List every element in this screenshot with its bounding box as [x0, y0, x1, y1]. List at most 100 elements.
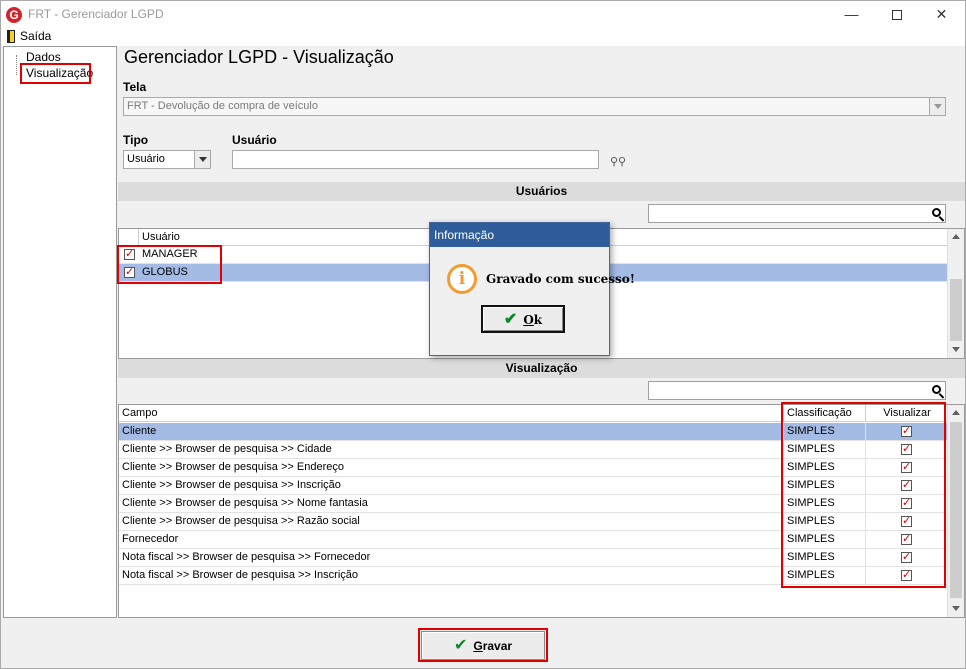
user-checkbox[interactable] — [124, 247, 135, 260]
users-section-header: Usuários — [118, 182, 965, 201]
fields-grid-header: Campo Classificação Visualizar — [119, 405, 948, 422]
chevron-down-icon — [929, 98, 945, 115]
visualizar-checkbox[interactable] — [901, 532, 912, 545]
visualizar-checkbox[interactable] — [901, 478, 912, 491]
fields-grid: Campo Classificação Visualizar Cliente S… — [118, 404, 965, 618]
scroll-thumb[interactable] — [950, 279, 962, 341]
save-button-hotkey: G — [473, 639, 483, 653]
column-campo[interactable]: Campo — [119, 405, 784, 422]
check-icon: ✔ — [453, 637, 468, 654]
ok-button-hotkey: O — [523, 313, 534, 327]
dialog-title[interactable]: Informação — [430, 223, 609, 247]
visualizar-checkbox[interactable] — [901, 514, 912, 527]
field-campo: Cliente >> Browser de pesquisa >> Cidade — [119, 441, 784, 459]
info-icon: i — [447, 264, 477, 294]
info-dialog: Informação i Gravado com sucesso! ✔ Ok — [429, 222, 635, 356]
close-button[interactable]: ✕ — [919, 1, 964, 28]
tree-connector — [16, 55, 17, 75]
main-window: G FRT - Gerenciador LGPD — ✕ Saída Dados… — [0, 0, 966, 669]
users-grid-check-column — [119, 229, 139, 246]
table-row[interactable]: Cliente >> Browser de pesquisa >> Cidade… — [119, 441, 948, 459]
field-campo: Nota fiscal >> Browser de pesquisa >> In… — [119, 567, 784, 585]
users-grid-scrollbar[interactable] — [947, 229, 964, 358]
table-row[interactable]: Nota fiscal >> Browser de pesquisa >> In… — [119, 567, 948, 585]
usuario-input-value — [233, 153, 236, 165]
maximize-icon — [891, 10, 902, 21]
field-campo: Cliente >> Browser de pesquisa >> Inscri… — [119, 477, 784, 495]
binoculars-search-icon[interactable]: ⚲⚲ — [610, 155, 626, 168]
field-campo: Cliente >> Browser de pesquisa >> Nome f… — [119, 495, 784, 513]
fields-search-input[interactable] — [648, 381, 946, 400]
users-search-input[interactable] — [648, 204, 946, 223]
save-button[interactable]: ✔ Gravar — [421, 631, 545, 660]
usuario-input[interactable] — [232, 150, 599, 169]
field-classificacao: SIMPLES — [784, 549, 866, 567]
column-visualizar[interactable]: Visualizar — [866, 405, 948, 422]
field-classificacao: SIMPLES — [784, 567, 866, 585]
visualizar-checkbox[interactable] — [901, 550, 912, 563]
user-name: GLOBUS — [142, 266, 188, 278]
tipo-label: Tipo — [123, 133, 149, 147]
field-classificacao: SIMPLES — [784, 441, 866, 459]
page-title: Gerenciador LGPD - Visualização — [124, 47, 394, 67]
menu-exit[interactable]: Saída — [20, 29, 51, 43]
tela-select-value: FRT - Devolução de compra de veículo — [127, 100, 318, 112]
ok-button[interactable]: ✔ Ok — [481, 305, 565, 333]
tela-label: Tela — [123, 80, 147, 94]
table-row[interactable]: Cliente SIMPLES — [119, 423, 948, 441]
fields-grid-scrollbar[interactable] — [947, 405, 964, 617]
field-classificacao: SIMPLES — [784, 531, 866, 549]
scroll-thumb[interactable] — [950, 422, 962, 598]
table-row[interactable]: Cliente >> Browser de pesquisa >> Razão … — [119, 513, 948, 531]
user-checkbox[interactable] — [124, 265, 135, 278]
visualizar-checkbox[interactable] — [901, 424, 912, 437]
tree-item-visualizacao[interactable]: Visualização — [26, 66, 93, 80]
field-classificacao: SIMPLES — [784, 459, 866, 477]
scroll-up-icon[interactable] — [952, 410, 960, 415]
ok-button-label: k — [533, 313, 543, 327]
scroll-down-icon[interactable] — [952, 606, 960, 611]
scroll-up-icon[interactable] — [952, 234, 960, 239]
visualizar-checkbox[interactable] — [901, 568, 912, 581]
title-bar: G FRT - Gerenciador LGPD — ✕ — [1, 1, 965, 28]
field-campo: Fornecedor — [119, 531, 784, 549]
field-classificacao: SIMPLES — [784, 423, 866, 441]
scroll-down-icon[interactable] — [952, 347, 960, 352]
dialog-message: Gravado com sucesso! — [486, 272, 636, 286]
save-button-label: ravar — [482, 639, 513, 653]
search-icon[interactable] — [932, 385, 941, 394]
tipo-select[interactable]: Usuário — [123, 150, 211, 169]
tipo-select-value: Usuário — [127, 153, 165, 165]
table-row[interactable]: Cliente >> Browser de pesquisa >> Endere… — [119, 459, 948, 477]
visualizar-checkbox[interactable] — [901, 496, 912, 509]
visualizar-checkbox[interactable] — [901, 442, 912, 455]
table-row[interactable]: Cliente >> Browser de pesquisa >> Inscri… — [119, 477, 948, 495]
view-section-header: Visualização — [118, 359, 965, 378]
field-classificacao: SIMPLES — [784, 513, 866, 531]
tree-item-dados[interactable]: Dados — [26, 50, 61, 64]
table-row[interactable]: Fornecedor SIMPLES — [119, 531, 948, 549]
visualizar-checkbox[interactable] — [901, 460, 912, 473]
field-campo: Cliente >> Browser de pesquisa >> Endere… — [119, 459, 784, 477]
chevron-down-icon — [194, 151, 210, 168]
search-icon[interactable] — [932, 208, 941, 217]
door-exit-icon[interactable] — [7, 30, 15, 43]
user-name: MANAGER — [142, 248, 198, 260]
field-campo: Cliente — [119, 423, 784, 441]
field-classificacao: SIMPLES — [784, 495, 866, 513]
table-row[interactable]: Cliente >> Browser de pesquisa >> Nome f… — [119, 495, 948, 513]
field-classificacao: SIMPLES — [784, 477, 866, 495]
menu-bar — [1, 28, 965, 46]
table-row[interactable]: Nota fiscal >> Browser de pesquisa >> Fo… — [119, 549, 948, 567]
tela-select[interactable]: FRT - Devolução de compra de veículo — [123, 97, 946, 116]
app-logo-icon: G — [6, 7, 22, 23]
field-campo: Cliente >> Browser de pesquisa >> Razão … — [119, 513, 784, 531]
minimize-button[interactable]: — — [829, 1, 874, 28]
usuario-label: Usuário — [232, 133, 277, 147]
check-icon: ✔ — [503, 309, 518, 328]
field-campo: Nota fiscal >> Browser de pesquisa >> Fo… — [119, 549, 784, 567]
maximize-button[interactable] — [874, 1, 919, 28]
navigation-tree: Dados Visualização — [3, 46, 117, 618]
window-title: FRT - Gerenciador LGPD — [28, 7, 164, 21]
column-classificacao[interactable]: Classificação — [784, 405, 866, 422]
